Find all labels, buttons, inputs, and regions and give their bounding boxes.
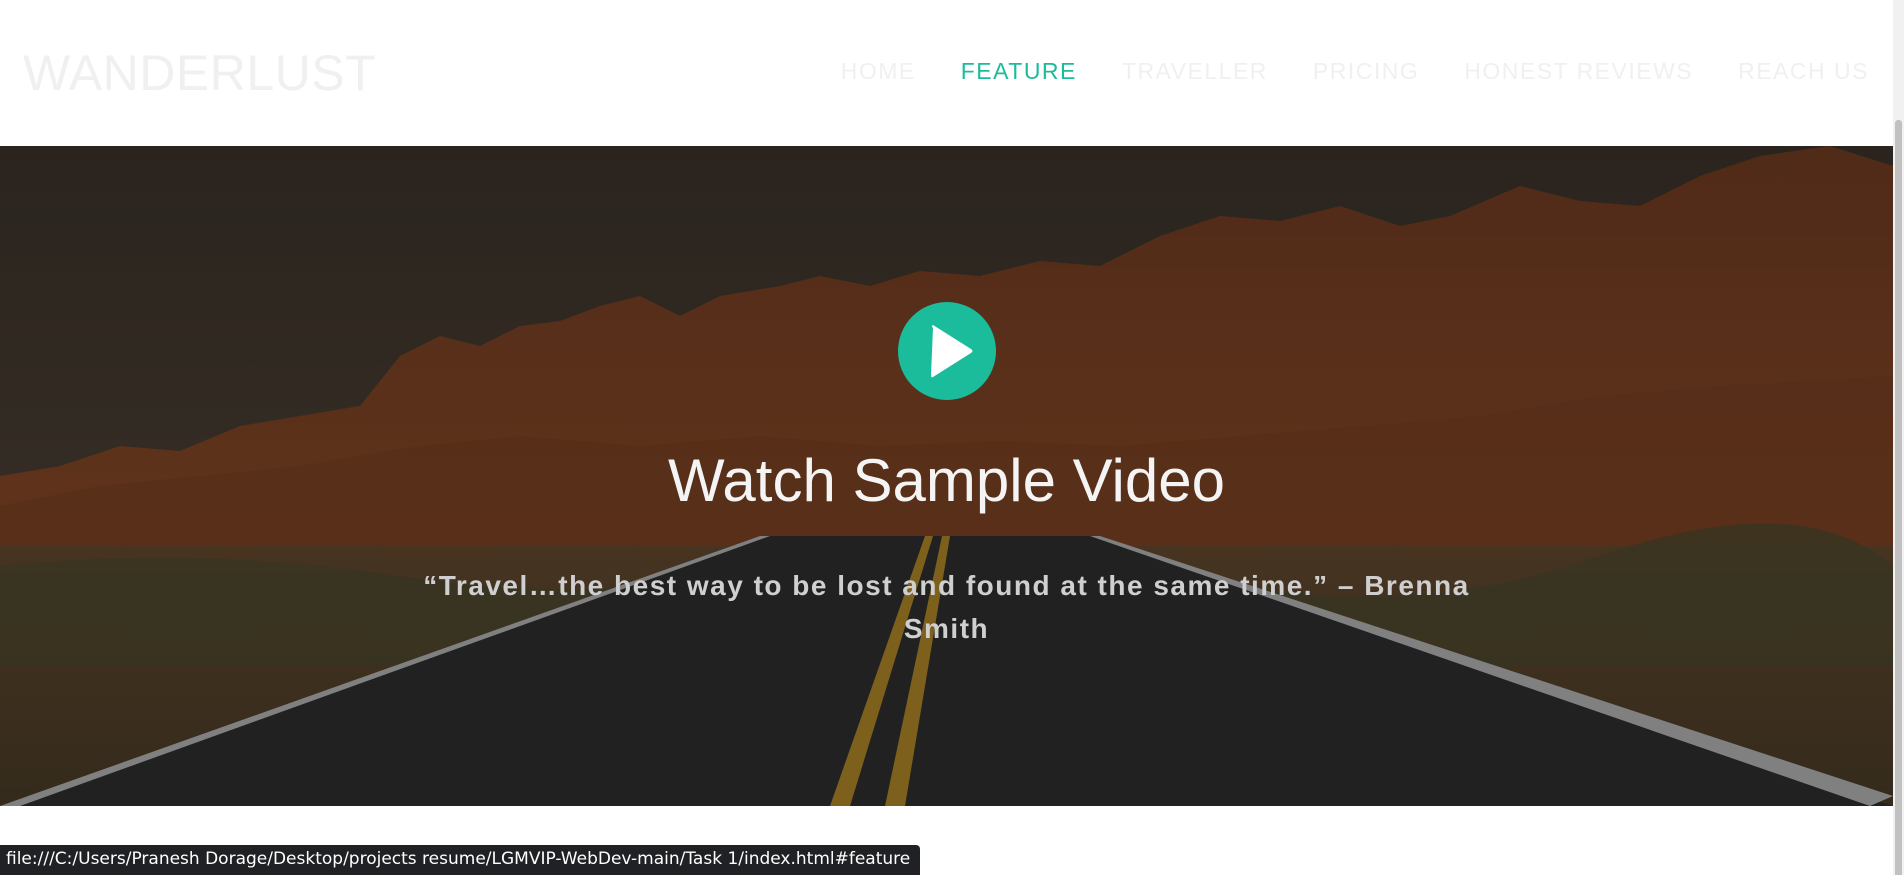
play-icon [931, 325, 973, 378]
play-video-button[interactable] [898, 302, 996, 400]
nav-reach-us[interactable]: REACH US [1738, 58, 1869, 85]
page: WANDERLUST HOME FEATURE TRAVELLER PRICIN… [0, 0, 1904, 875]
nav-feature[interactable]: FEATURE [961, 58, 1077, 85]
site-logo[interactable]: WANDERLUST [23, 44, 376, 102]
hero-title: Watch Sample Video [668, 447, 1225, 514]
scrollbar-thumb[interactable] [1895, 120, 1902, 875]
nav-traveller[interactable]: TRAVELLER [1122, 58, 1268, 85]
hero-quote: “Travel…the best way to be lost and foun… [423, 570, 1470, 644]
nav-home[interactable]: HOME [841, 58, 916, 85]
page-scrollbar[interactable] [1893, 0, 1904, 875]
hero-video-section: Watch Sample Video “Travel…the best way … [0, 146, 1893, 806]
main-nav: HOME FEATURE TRAVELLER PRICING HONEST RE… [796, 58, 1869, 85]
site-header: WANDERLUST HOME FEATURE TRAVELLER PRICIN… [0, 0, 1893, 146]
nav-pricing[interactable]: PRICING [1313, 58, 1419, 85]
nav-honest-reviews[interactable]: HONEST REVIEWS [1464, 58, 1693, 85]
browser-status-bar: file:///C:/Users/Pranesh Dorage/Desktop/… [0, 845, 921, 875]
